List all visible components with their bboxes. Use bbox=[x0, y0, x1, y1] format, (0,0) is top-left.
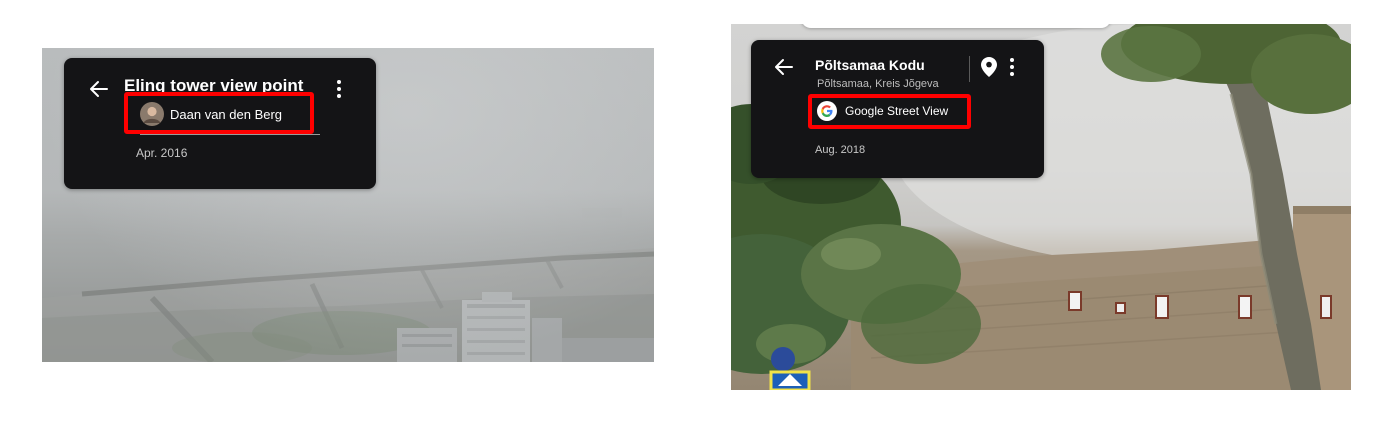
location-button[interactable] bbox=[981, 57, 997, 77]
map-pin-icon bbox=[981, 57, 997, 77]
place-title: Põltsamaa Kodu bbox=[815, 57, 925, 73]
place-subtitle: Põltsamaa, Kreis Jõgeva bbox=[817, 78, 939, 90]
arrow-back-icon bbox=[90, 81, 108, 97]
photo-date: Apr. 2016 bbox=[136, 146, 188, 160]
highlight-box-right bbox=[808, 94, 971, 129]
more-options-button[interactable] bbox=[1007, 58, 1017, 79]
author-underline bbox=[140, 134, 320, 135]
search-box-edge bbox=[801, 24, 1111, 28]
more-options-button[interactable] bbox=[334, 80, 344, 101]
card-divider bbox=[969, 56, 970, 82]
page: Eling tower view point Daan van den Berg… bbox=[0, 0, 1400, 431]
photo-date: Aug. 2018 bbox=[815, 144, 866, 156]
back-button[interactable] bbox=[86, 76, 112, 102]
back-button[interactable] bbox=[771, 54, 797, 80]
arrow-back-icon bbox=[775, 59, 793, 75]
highlight-box-left bbox=[124, 92, 314, 134]
